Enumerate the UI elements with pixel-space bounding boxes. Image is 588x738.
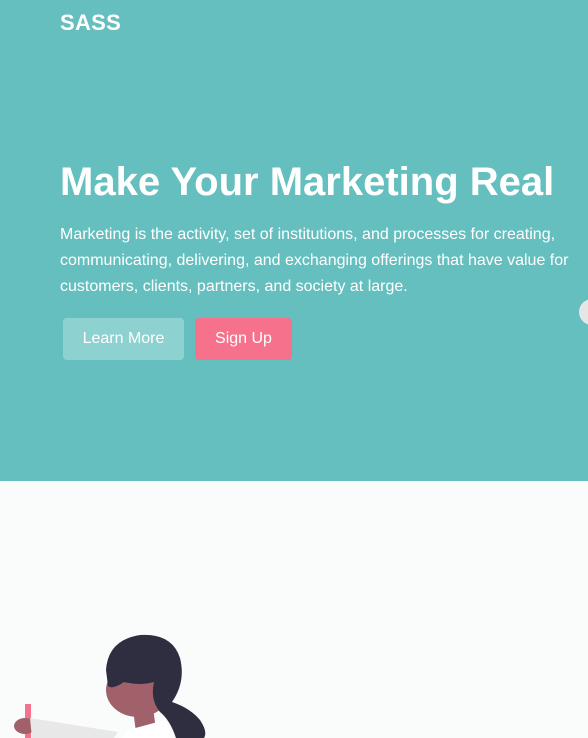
hero-section: SASS Make Your Marketing Real Marketing … bbox=[0, 0, 588, 481]
landing-page: SASS Make Your Marketing Real Marketing … bbox=[0, 0, 588, 738]
sign-up-button[interactable]: Sign Up bbox=[195, 318, 292, 360]
hero-title: Make Your Marketing Real bbox=[60, 160, 555, 204]
carousel-dot-icon[interactable] bbox=[579, 299, 588, 325]
learn-more-button[interactable]: Learn More bbox=[63, 318, 184, 360]
sleeve-shape bbox=[30, 718, 118, 738]
hero-description: Marketing is the activity, set of instit… bbox=[60, 226, 569, 295]
site-logo[interactable]: SASS bbox=[60, 9, 121, 37]
person-illustration-icon bbox=[0, 620, 260, 738]
